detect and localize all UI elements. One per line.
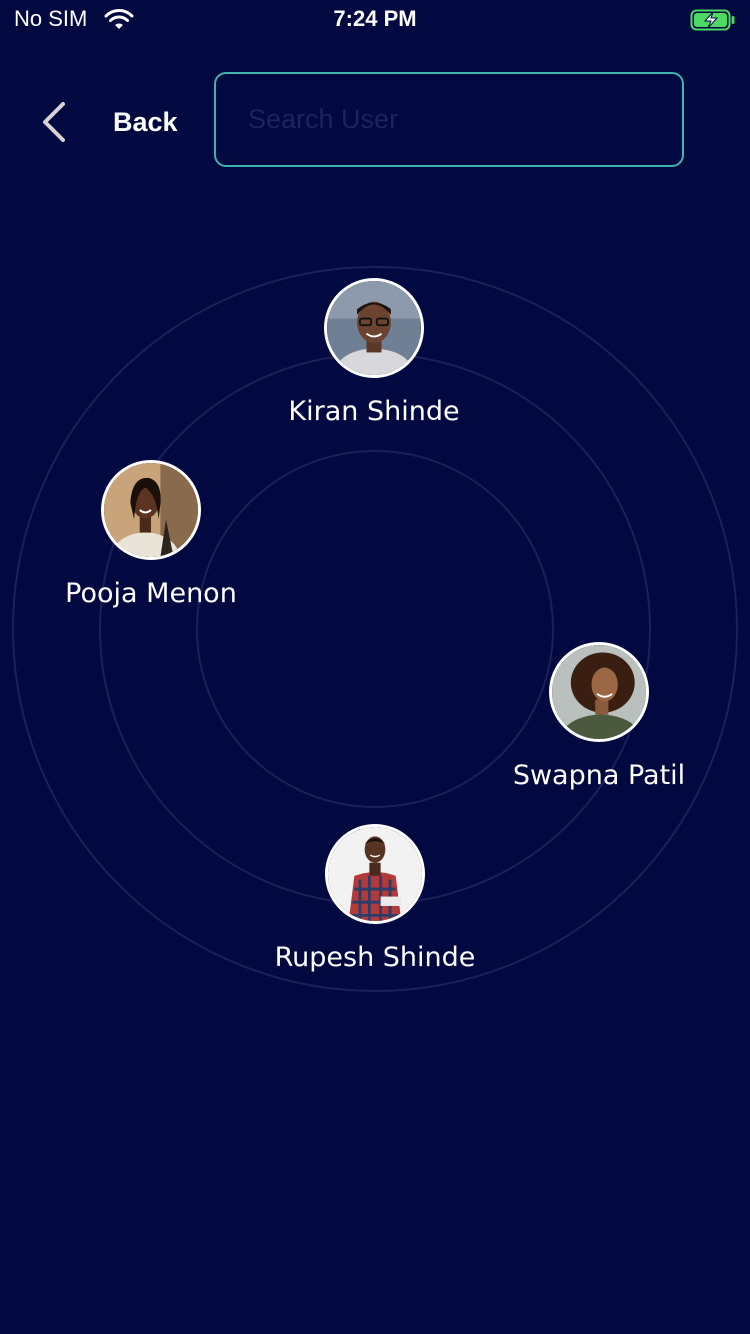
user-name: Swapna Patil <box>512 760 686 791</box>
back-label: Back <box>113 106 178 137</box>
chevron-left-icon <box>43 102 65 142</box>
user-name: Rupesh Shinde <box>274 942 476 973</box>
avatar <box>101 460 201 560</box>
user-swapna-patil[interactable]: Swapna Patil <box>469 642 729 791</box>
battery-charging-icon <box>690 9 735 31</box>
avatar <box>549 642 649 742</box>
user-kiran-shinde[interactable]: Kiran Shinde <box>244 278 504 427</box>
user-pooja-menon[interactable]: Pooja Menon <box>21 460 281 609</box>
screen: No SIM 7:24 PM Back Search User Kiran Sh… <box>0 0 750 1334</box>
user-name: Kiran Shinde <box>288 396 460 427</box>
status-bar: No SIM 7:24 PM <box>0 0 750 42</box>
user-name: Pooja Menon <box>65 578 237 609</box>
avatar <box>325 824 425 924</box>
status-time: 7:24 PM <box>333 6 417 31</box>
search-user-input[interactable] <box>214 72 684 167</box>
back-button[interactable]: Back <box>38 92 178 152</box>
user-rupesh-shinde[interactable]: Rupesh Shinde <box>245 824 505 973</box>
avatar <box>324 278 424 378</box>
